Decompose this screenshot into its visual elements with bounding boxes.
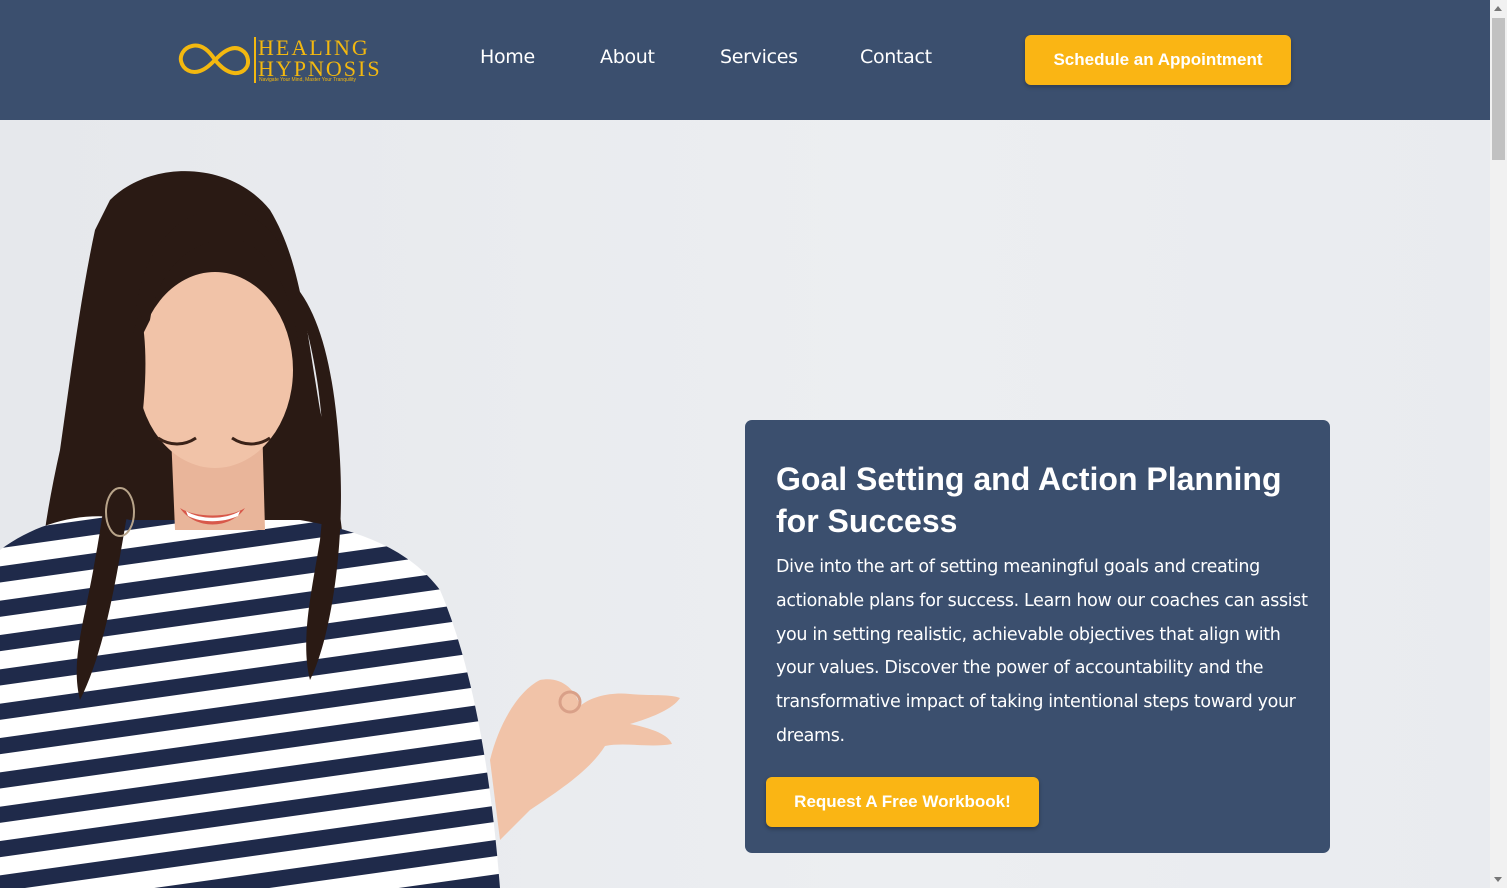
- scroll-down-arrow-icon[interactable]: [1494, 877, 1502, 882]
- hero-section: Goal Setting and Action Planning for Suc…: [0, 120, 1490, 888]
- nav-about[interactable]: About: [600, 46, 655, 68]
- brand-name-line2: HYPNOSIS: [258, 56, 382, 81]
- brand-logo[interactable]: HEALING HYPNOSIS Navigate Your Mind, Mas…: [178, 34, 388, 86]
- nav-contact[interactable]: Contact: [860, 46, 932, 68]
- schedule-appointment-button[interactable]: Schedule an Appointment: [1025, 35, 1291, 85]
- card-title: Goal Setting and Action Planning for Suc…: [776, 461, 1282, 539]
- card-description: Dive into the art of setting meaningful …: [776, 557, 1308, 746]
- scroll-thumb[interactable]: [1492, 18, 1505, 160]
- site-header: HEALING HYPNOSIS Navigate Your Mind, Mas…: [0, 0, 1490, 120]
- feature-card: Goal Setting and Action Planning for Suc…: [745, 420, 1330, 853]
- nav-home[interactable]: Home: [480, 46, 535, 68]
- brand-name: HEALING HYPNOSIS: [258, 35, 382, 81]
- vertical-scrollbar[interactable]: [1490, 0, 1507, 888]
- logo-divider: [254, 37, 256, 83]
- nav-services[interactable]: Services: [720, 46, 798, 68]
- scroll-up-arrow-icon[interactable]: [1494, 6, 1502, 11]
- brand-name-line1: HEALING: [258, 35, 370, 60]
- woman-meditating-image: [0, 171, 680, 888]
- infinity-icon: [178, 43, 251, 76]
- brand-tagline: Navigate Your Mind, Master Your Tranquil…: [259, 77, 356, 83]
- request-workbook-button[interactable]: Request A Free Workbook!: [766, 777, 1039, 827]
